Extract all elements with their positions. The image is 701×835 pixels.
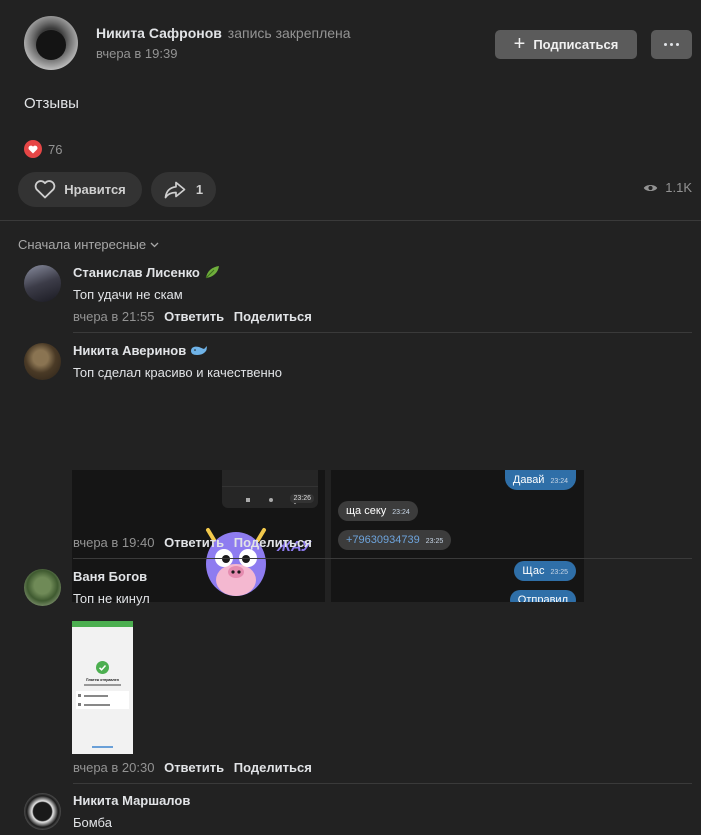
avatar[interactable]: [24, 569, 61, 606]
payment-title: Платеж отправлен: [86, 678, 119, 682]
chevron-down-icon: [150, 242, 159, 247]
post-time[interactable]: вчера в 19:39: [96, 46, 177, 61]
more-dot-icon: [670, 43, 673, 46]
eye-icon: [644, 184, 658, 191]
comment-time[interactable]: вчера в 20:30: [73, 760, 154, 775]
comment-text: Топ удачи не скам: [73, 287, 183, 302]
author-avatar[interactable]: [24, 16, 78, 70]
chat-bubble: ща секу 23:24: [338, 501, 418, 521]
heart-icon: [24, 140, 42, 158]
post-text: Отзывы: [24, 95, 79, 112]
comment-text: Бомба: [73, 815, 112, 830]
reply-button[interactable]: Ответить: [164, 535, 224, 550]
comment-author[interactable]: Никита Аверинов: [73, 343, 208, 358]
reactions-count: 76: [48, 141, 63, 157]
avatar[interactable]: [24, 793, 61, 830]
share-comment-button[interactable]: Поделиться: [234, 760, 312, 775]
comment-author[interactable]: Никита Маршалов: [73, 793, 190, 808]
attachment-image[interactable]: Давай 23:24 ща секу 23:24 +79630934739 23:2…: [331, 470, 584, 602]
subscribe-label: Подписаться: [533, 37, 619, 52]
chat-bubble: Давай 23:24: [504, 470, 576, 490]
share-comment-button[interactable]: Поделиться: [234, 535, 312, 550]
comment-author-name: Никита Аверинов: [73, 343, 187, 358]
subscribe-button[interactable]: + Подписаться: [495, 30, 637, 59]
author-line: Никита Сафронов запись закреплена: [96, 25, 351, 41]
comment-author[interactable]: Ваня Богов: [73, 569, 147, 584]
chat-bubble: Отправил: [509, 590, 576, 602]
like-label: Нравится: [64, 182, 126, 197]
more-dot-icon: [676, 43, 679, 46]
comment-time[interactable]: вчера в 19:40: [73, 535, 154, 550]
sort-label: Сначала интересные: [18, 237, 147, 252]
more-dot-icon: [664, 43, 667, 46]
attachment-image[interactable]: Платеж отправлен: [72, 621, 133, 754]
chat-bubble: +79630934739 23:25: [338, 530, 452, 550]
sticker-monster: [206, 528, 266, 596]
comment-time[interactable]: вчера в 21:55: [73, 309, 154, 324]
views-counter: 1.1K: [643, 180, 692, 195]
comment-text: Топ не кинул: [73, 591, 150, 606]
reactions-summary[interactable]: 76: [24, 140, 62, 158]
avatar[interactable]: [24, 343, 61, 380]
sort-dropdown[interactable]: Сначала интересные: [18, 237, 159, 252]
like-button[interactable]: Нравится: [18, 172, 142, 207]
more-button[interactable]: [651, 30, 692, 59]
whale-icon: [191, 346, 208, 355]
post-header: Никита Сафронов запись закреплена вчера …: [24, 16, 692, 72]
share-button[interactable]: 1: [151, 172, 216, 207]
leaf-icon: [205, 266, 219, 279]
comment-meta: вчера в 20:30 Ответить Поделиться: [73, 760, 312, 775]
reply-button[interactable]: Ответить: [164, 760, 224, 775]
reply-button[interactable]: Ответить: [164, 309, 224, 324]
check-icon: [96, 661, 109, 674]
share-count: 1: [195, 182, 204, 197]
image-time: 23:26: [290, 494, 314, 503]
pinned-label: запись закреплена: [227, 25, 351, 41]
avatar[interactable]: [24, 265, 61, 302]
comment-text: Топ сделал красиво и качественно: [73, 365, 283, 380]
comment-author-name: Ваня Богов: [73, 569, 148, 584]
chat-bubble: Щас 23:25: [514, 561, 576, 581]
author-name[interactable]: Никита Сафронов: [96, 25, 222, 41]
comment-author-name: Никита Маршалов: [73, 793, 191, 808]
comment-author[interactable]: Станислав Лисенко: [73, 265, 220, 280]
share-arrow-icon: [164, 181, 186, 198]
heart-outline-icon: [34, 180, 56, 199]
comment-divider: [73, 332, 692, 333]
phone-screen-fragment: 23:26: [222, 470, 318, 508]
share-comment-button[interactable]: Поделиться: [234, 309, 312, 324]
comment-author-name: Станислав Лисенко: [73, 265, 200, 280]
comment-divider: [73, 783, 692, 784]
plus-icon: +: [513, 32, 526, 55]
comment-meta: вчера в 19:40 Ответить Поделиться: [73, 535, 312, 550]
comment-divider: [73, 558, 692, 559]
divider: [0, 220, 701, 221]
views-count: 1.1K: [665, 180, 692, 195]
comment-meta: вчера в 21:55 Ответить Поделиться: [73, 309, 312, 324]
